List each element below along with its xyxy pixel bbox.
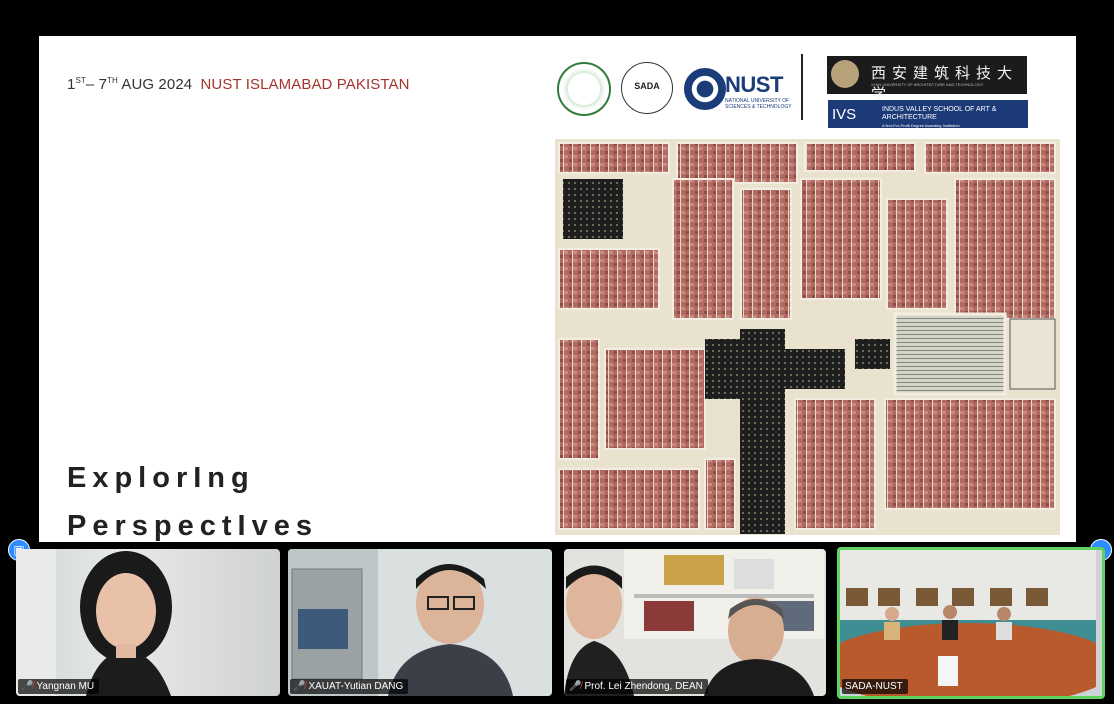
participant-video	[16, 549, 172, 696]
xauat-emblem-icon	[831, 60, 859, 88]
participant-video	[840, 550, 1102, 696]
participant-video	[288, 549, 513, 696]
shared-slide: 1ST– 7TH AUG 2024 NUST ISLAMABAD PAKISTA…	[39, 36, 1076, 542]
participant-name-tag: 🎤̸ XAUAT-Yutian DANG	[290, 679, 409, 694]
mic-muted-icon: 🎤̸	[293, 681, 306, 692]
nust-logo-subtext: NATIONAL UNIVERSITY OF SCIENCES & TECHNO…	[725, 98, 792, 110]
video-tile[interactable]: 🎤̸ Prof. Lei Zhendong, DEAN	[564, 549, 826, 696]
video-tile[interactable]: 🎤̸ XAUAT-Yutian DANG	[288, 549, 552, 696]
partner-logos: SADA NUST NATIONAL UNIVERSITY OF SCIENCE…	[555, 54, 1035, 136]
participant-name-tag: 🎤̸ Prof. Lei Zhendong, DEAN	[566, 679, 708, 694]
slide-title: ExplorIng PerspectIves	[67, 462, 318, 542]
participant-name-tag: 🎤̸ Yangnan MU	[18, 679, 100, 694]
ivs-logo: IVS INDUS VALLEY SCHOOL OF ART & ARCHITE…	[828, 100, 1028, 128]
participant-video	[564, 549, 824, 696]
nust-logo-text: NUST	[725, 72, 783, 97]
urban-fabric-map-image	[555, 139, 1060, 535]
cda-seal-logo	[557, 62, 611, 116]
logo-divider	[801, 54, 803, 120]
venue-label: NUST ISLAMABAD PAKISTAN	[200, 76, 410, 93]
slide-header: 1ST– 7TH AUG 2024 NUST ISLAMABAD PAKISTA…	[67, 76, 410, 93]
participant-name-tag: SADA-NUST	[842, 679, 908, 694]
video-tile[interactable]: 🎤̸ Yangnan MU	[16, 549, 280, 696]
nust-emblem-logo	[684, 68, 726, 110]
sada-seal-logo: SADA	[621, 62, 673, 114]
xauat-logo: 西安建筑科技大学 XI'AN UNIVERSITY OF ARCHITECTUR…	[827, 56, 1027, 103]
mic-muted-icon: 🎤̸	[569, 681, 582, 692]
mic-muted-icon: 🎤̸	[21, 681, 34, 692]
video-tile-active-speaker[interactable]: SADA-NUST	[837, 547, 1105, 699]
